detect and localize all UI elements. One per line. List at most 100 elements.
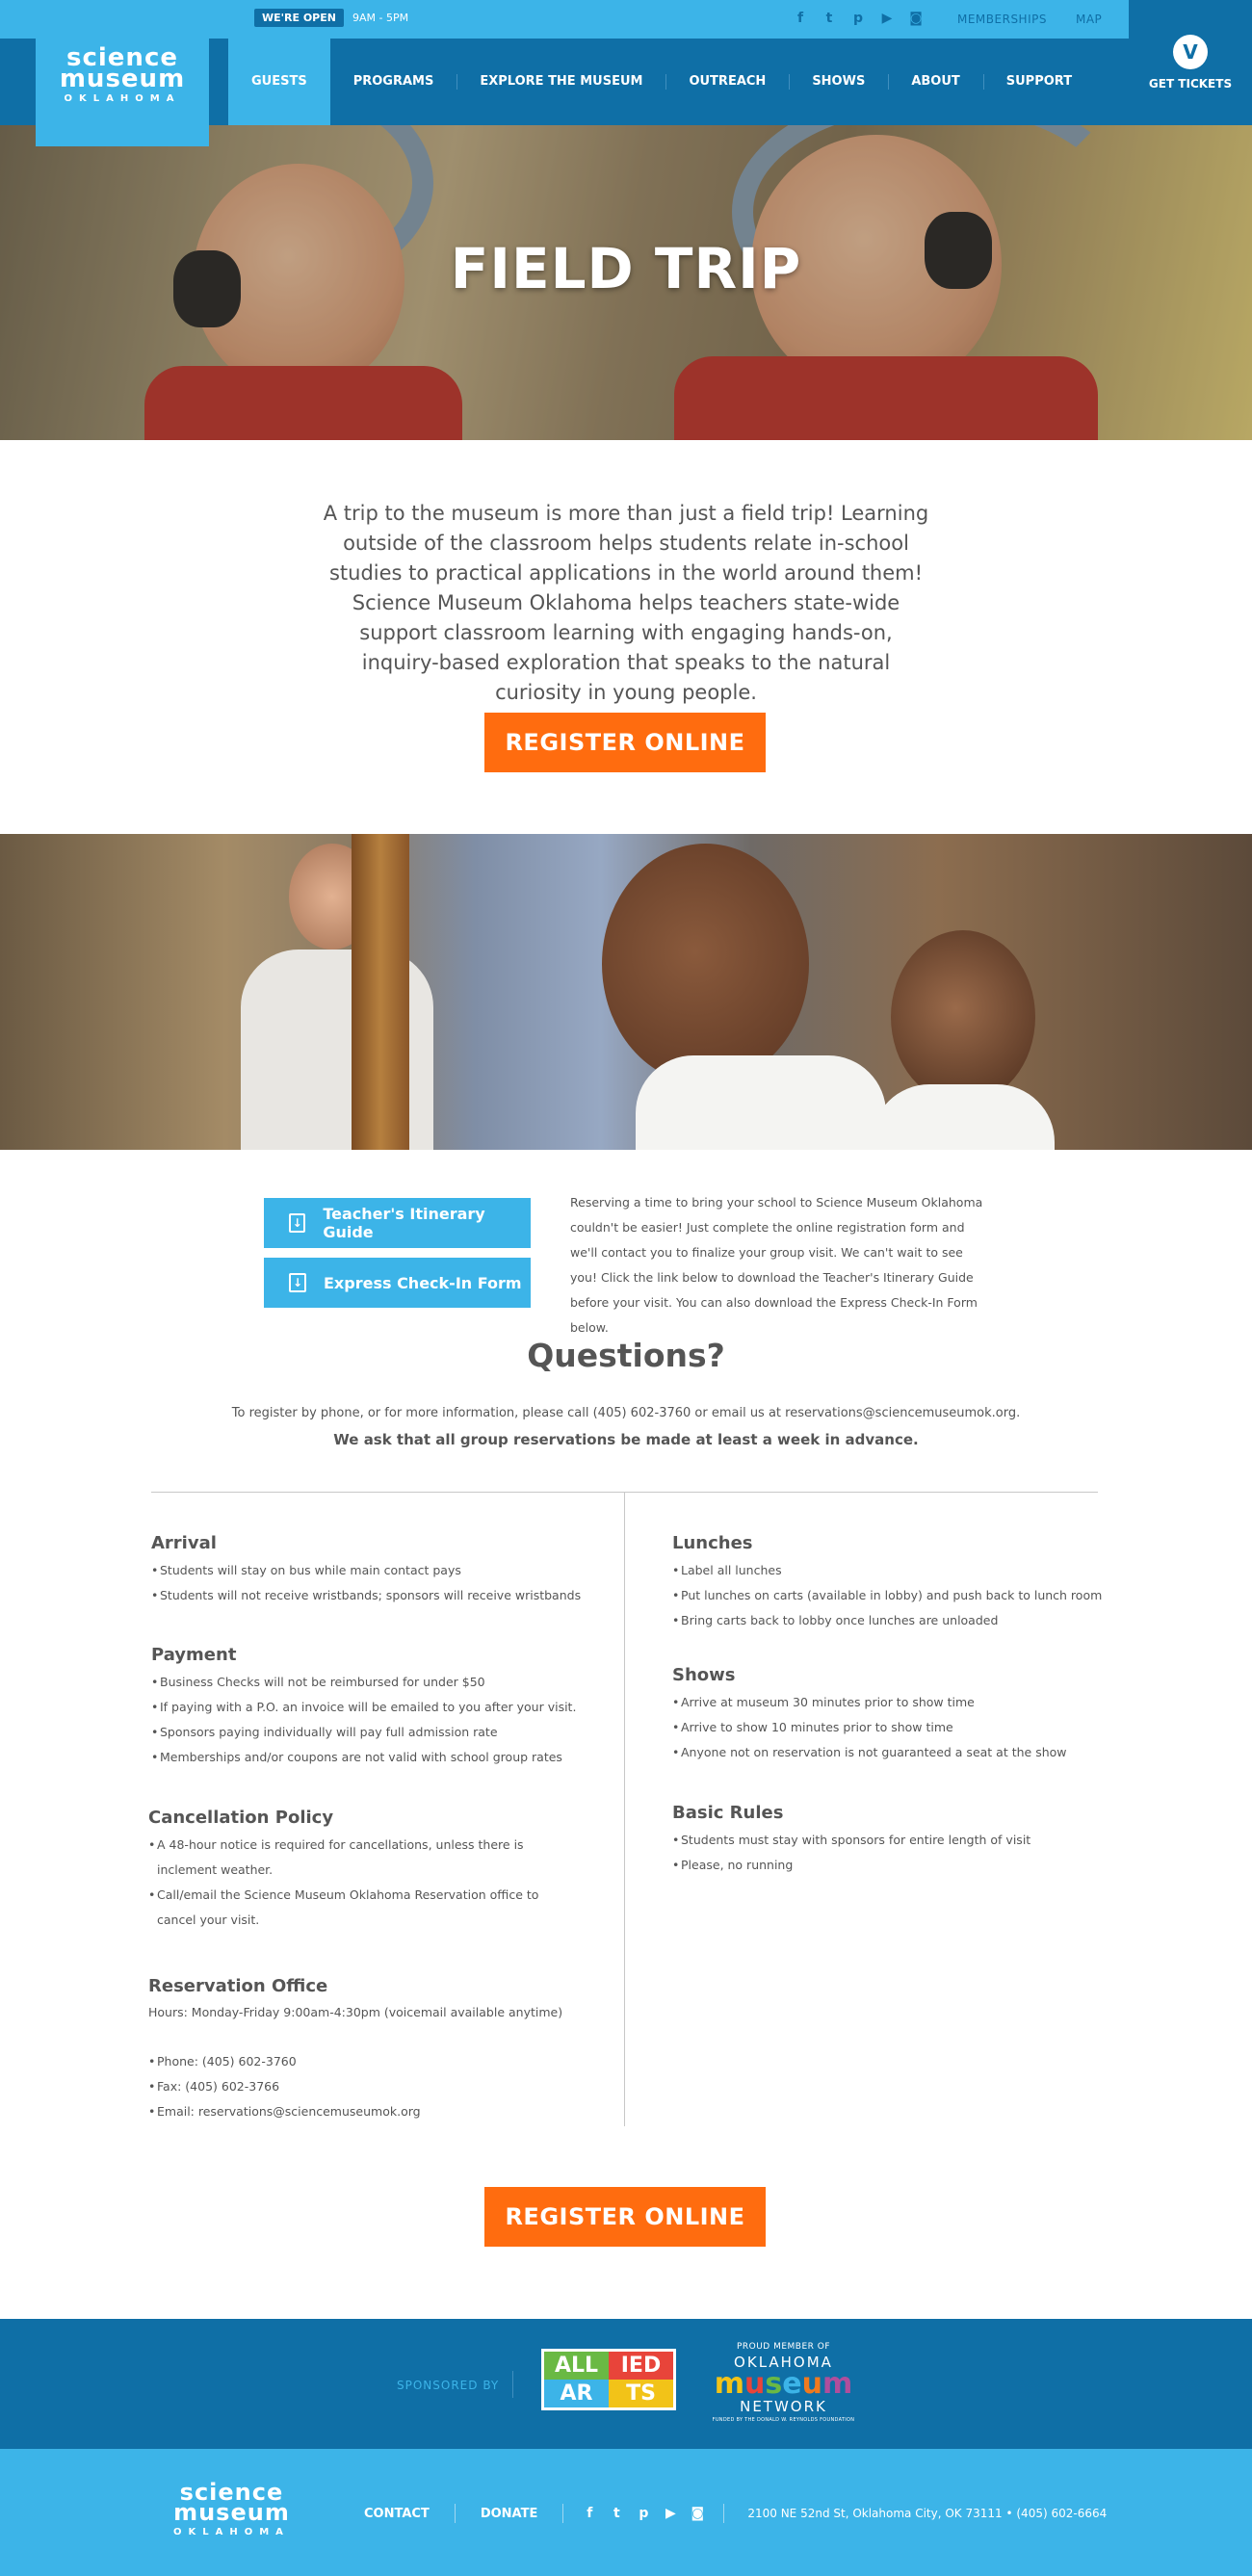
nav-item-explore[interactable]: EXPLORE THE MUSEUM [456,39,665,125]
list-item: Please, no running [672,1853,1115,1878]
photo-boy-face [602,844,809,1084]
facebook-icon[interactable]: f [581,2505,598,2522]
column-divider [624,1493,625,2126]
list-item: Bring carts back to lobby once lunches a… [672,1608,1115,1633]
questions-contact-text: To register by phone, or for more inform… [231,1406,1021,1420]
memberships-link[interactable]: MEMBERSHIPS [957,13,1047,26]
allied-logo-cell: AR [544,2380,609,2407]
students-photo [0,834,1252,1150]
omn-letter: e [782,2367,802,2401]
open-status-badge: WE'RE OPEN [254,9,344,27]
allied-logo-cell: ALL [544,2352,609,2380]
allied-arts-logo[interactable]: ALL IED AR TS [541,2349,676,2410]
arrival-list: Students will stay on bus while main con… [151,1558,594,1608]
contact-link[interactable]: CONTACT [364,2507,455,2521]
allied-logo-cell: IED [609,2352,673,2380]
shows-heading: Shows [672,1665,736,1685]
twitter-icon[interactable]: t [608,2505,625,2522]
pinterest-icon[interactable]: p [635,2505,652,2522]
logo-line-2: museum [173,2499,290,2526]
list-item: Arrive at museum 30 minutes prior to sho… [672,1690,1115,1715]
site-logo[interactable]: science museum OKLAHOMA [36,0,209,146]
footer-logo[interactable]: science museum OKLAHOMA [173,2481,290,2537]
download-icon: ↓ [289,1273,306,1292]
downloads-description: Reserving a time to bring your school to… [570,1195,983,1335]
youtube-icon[interactable]: ▶ [878,10,896,27]
lunches-heading: Lunches [672,1533,753,1553]
nav-item-programs[interactable]: PROGRAMS [330,39,457,125]
arrival-heading: Arrival [151,1533,217,1553]
nav-item-shows[interactable]: SHOWS [789,39,888,125]
sponsored-by-label: SPONSORED BY [397,2379,500,2392]
checkin-form-label: Express Check-In Form [324,1273,522,1292]
sponsor-divider [512,2371,513,2398]
footer-links: CONTACT DONATE f t p ▶ ◙ 2100 NE 52nd St… [364,2504,1107,2523]
phone-item: Phone: (405) 602-3760 [148,2049,591,2074]
logo-line-3: OKLAHOMA [64,93,181,104]
omn-letter: s [765,2367,783,2401]
reservation-office-heading: Reservation Office [148,1976,328,1996]
twitter-icon[interactable]: t [821,10,838,27]
logo-line-3: OKLAHOMA [173,2527,290,2537]
register-online-button-bottom[interactable]: REGISTER ONLINE [484,2187,766,2247]
nav-item-about[interactable]: ABOUT [888,39,982,125]
download-icon: ↓ [289,1213,306,1233]
intro-text: A trip to the museum is more than just a… [323,502,929,704]
opening-hours: 9AM - 5PM [352,12,409,24]
nav-item-outreach[interactable]: OUTREACH [665,39,789,125]
photo-wood-handle [352,834,409,1150]
list-item: If paying with a P.O. an invoice will be… [151,1695,594,1720]
page-title: FIELD TRIP [450,236,802,301]
list-item: Call/email the Science Museum Oklahoma R… [148,1883,572,1933]
nav-item-guests[interactable]: GUESTS [228,39,330,125]
omn-letter: m [714,2367,745,2401]
payment-heading: Payment [151,1645,237,1665]
list-item: Students will not receive wristbands; sp… [151,1583,594,1608]
nav-item-support[interactable]: SUPPORT [982,39,1095,125]
oklahoma-museum-network-logo[interactable]: PROUD MEMBER OF OKLAHOMA museum NETWORK … [709,2342,858,2423]
header-social-links: f t p ▶ ◙ [792,10,925,27]
youtube-icon[interactable]: ▶ [662,2505,679,2522]
photo-girl-shirt [872,1084,1055,1150]
questions-heading: Questions? [527,1337,725,1374]
fax-item: Fax: (405) 602-3766 [148,2074,591,2099]
reservation-contacts: Phone: (405) 602-3760 Fax: (405) 602-376… [148,2049,591,2124]
list-item: Business Checks will not be reimbursed f… [151,1670,594,1695]
logo-line-2: museum [59,65,186,93]
list-item: A 48-hour notice is required for cancell… [148,1833,572,1883]
list-item: Students will stay on bus while main con… [151,1558,594,1583]
instagram-icon[interactable]: ◙ [689,2505,706,2522]
list-item: Put lunches on carts (available in lobby… [672,1583,1115,1608]
email-item[interactable]: Email: reservations@sciencemuseumok.org [148,2099,591,2124]
basic-rules-list: Students must stay with sponsors for ent… [672,1828,1115,1878]
omn-letter: u [744,2367,766,2401]
footer-address: 2100 NE 52nd St, Oklahoma City, OK 73111… [747,2507,1108,2520]
hero-image: FIELD TRIP [0,125,1252,440]
cancellation-list: A 48-hour notice is required for cancell… [148,1833,572,1933]
lunches-list: Label all lunches Put lunches on carts (… [672,1558,1115,1633]
list-item: Sponsors paying individually will pay fu… [151,1720,594,1745]
list-item: Arrive to show 10 minutes prior to show … [672,1715,1115,1740]
register-online-button[interactable]: REGISTER ONLINE [484,713,766,772]
facebook-icon[interactable]: f [792,10,809,27]
shows-list: Arrive at museum 30 minutes prior to sho… [672,1690,1115,1765]
instagram-icon[interactable]: ◙ [907,10,925,27]
get-tickets-button[interactable]: V GET TICKETS [1129,0,1252,125]
main-nav: GUESTS PROGRAMS EXPLORE THE MUSEUM OUTRE… [228,39,1095,125]
basic-rules-heading: Basic Rules [672,1803,784,1823]
omn-letter: u [801,2367,822,2401]
map-link[interactable]: MAP [1076,13,1102,26]
allied-logo-cell: TS [609,2380,673,2407]
list-item: Memberships and/or coupons are not valid… [151,1745,594,1770]
omn-letter: m [822,2367,853,2401]
itinerary-guide-button[interactable]: ↓ Teacher's Itinerary Guide [264,1198,531,1248]
checkin-form-button[interactable]: ↓ Express Check-In Form [264,1258,531,1308]
utility-links: MEMBERSHIPS MAP [957,13,1102,26]
donate-link[interactable]: DONATE [456,2507,563,2521]
reservation-hours: Hours: Monday-Friday 9:00am-4:30pm (voic… [148,2005,563,2019]
pinterest-icon[interactable]: p [849,10,867,27]
omn-funded-by: FUNDED BY THE DONALD W. REYNOLDS FOUNDAT… [712,2417,855,2423]
itinerary-guide-label: Teacher's Itinerary Guide [323,1205,485,1241]
ticket-icon: V [1173,35,1208,69]
list-item: Students must stay with sponsors for ent… [672,1828,1115,1853]
